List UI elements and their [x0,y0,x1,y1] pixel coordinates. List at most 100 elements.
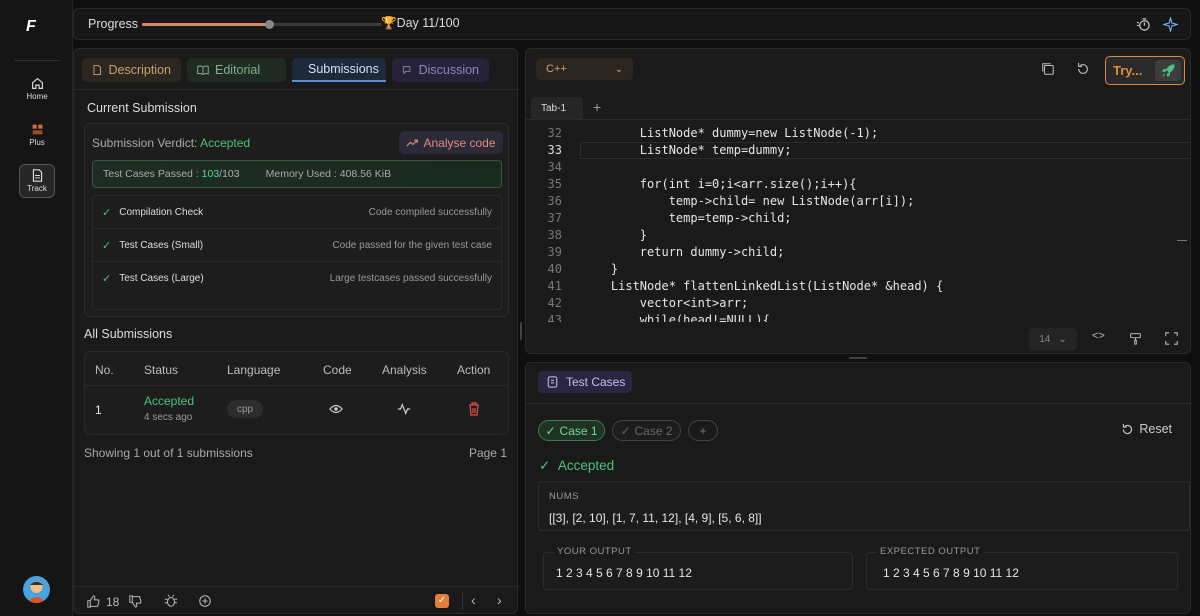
tab-test-cases[interactable]: Test Cases [538,371,632,393]
trash-icon[interactable] [468,402,480,416]
try-button[interactable]: Try... [1105,56,1185,85]
test-cases-title: Test Cases [566,375,626,389]
code-line: 32 ListNode* dummy=new ListNode(-1); [526,125,1190,142]
case-1-button[interactable]: ✓ Case 1 [538,420,605,441]
reset-label: Reset [1139,422,1172,436]
add-tab-icon[interactable]: + [593,99,601,115]
thumbs-up-icon[interactable] [87,595,100,608]
check-desc: Code passed for the given test case [332,239,492,251]
sparkle-icon[interactable] [1163,17,1178,32]
test-summary-bar: Test Cases Passed : 103/103 Memory Used … [92,160,502,188]
row-number: 1 [95,403,102,417]
code-line: 42 vector<int>arr; [526,295,1190,312]
code-brackets-icon[interactable]: <> [1092,330,1105,342]
problem-panel: Description Editorial Submissions Discus… [73,48,519,615]
rail-item-label: Home [26,92,48,101]
font-size-select[interactable]: 14 ⌄ [1029,328,1077,350]
timer-icon[interactable] [1136,17,1151,32]
verdict-value: Accepted [200,136,251,150]
bug-icon[interactable] [164,594,178,608]
expected-output-box: EXPECTED OUTPUT 1 2 3 4 5 6 7 8 9 10 11 … [866,546,1178,590]
test-cases-panel: Test Cases ✓ Case 1 ✓ Case 2 + Reset ✓ Acc… [525,362,1192,614]
resize-handle[interactable] [849,357,867,359]
line-number: 35 [547,177,562,191]
day-counter: 🏆Day 11/100 [381,16,460,31]
tab-label: Submissions [308,62,379,76]
code-line: 41 ListNode* flattenLinkedList(ListNode*… [526,278,1190,295]
avatar[interactable] [23,576,50,603]
reset-button[interactable]: Reset [1121,422,1172,436]
code-line: 43 while(head!=NULL){ [526,312,1190,322]
tab-editorial[interactable]: Editorial [187,58,286,82]
line-number: 36 [547,194,562,208]
nums-input-box[interactable]: NUMS [[3], [2, 10], [1, 7, 11, 12], [4, … [538,481,1190,531]
check-desc: Large testcases passed successfully [329,273,492,284]
line-number: 34 [547,160,562,174]
row-language-badge: cpp [227,400,263,418]
col-header-analysis: Analysis [382,363,427,377]
font-size-value: 14 [1039,333,1051,345]
tab-discussion[interactable]: Discussion [392,58,489,82]
all-submissions-heading: All Submissions [84,327,173,341]
line-number: 42 [547,296,562,310]
expected-output-label: EXPECTED OUTPUT [877,546,984,557]
editor-tab[interactable]: Tab-1 [531,97,583,119]
chevron-down-icon: ⌄ [1058,333,1067,345]
share-icon[interactable] [198,594,212,608]
code-area[interactable]: 32 ListNode* dummy=new ListNode(-1); 33 L… [526,125,1190,322]
thumbs-down-icon[interactable] [129,595,142,608]
case-label: Case 2 [634,423,673,438]
check-row: ✓ Test Cases (Small) Code passed for the… [93,229,501,262]
tab-description[interactable]: Description [82,58,181,82]
likes-count: 18 [106,595,120,609]
add-case-button[interactable]: + [688,420,718,441]
rail-item-label: Track [27,184,47,193]
tab-submissions[interactable]: Submissions [292,58,386,82]
code-line: 40 } [526,261,1190,278]
chevron-left-icon[interactable]: ‹ [471,592,476,608]
table-divider [85,385,508,386]
problem-footer: 18 ✓ ‹ › [74,586,519,615]
showing-count: Showing 1 out of 1 submissions [84,446,253,460]
document-icon [32,169,42,182]
col-header-status: Status [144,363,179,377]
progress-knob[interactable] [265,20,274,29]
check-icon: ✓ [102,206,112,219]
analyse-code-button[interactable]: Analyse code [399,131,503,154]
code-text: while(head!=NULL){ [582,313,770,322]
scroll-marker[interactable] [1177,240,1187,241]
expected-output-value: 1 2 3 4 5 6 7 8 9 10 11 12 [883,566,1019,580]
submissions-table: No. Status Language Code Analysis Action… [84,351,509,435]
check-icon: ✓ [539,458,551,473]
rail-item-home[interactable]: Home [19,72,55,106]
reset-icon[interactable] [1076,62,1090,76]
tests-passed-count: 103 [201,168,220,180]
code-line: 36 temp->child= new ListNode(arr[i]); [526,193,1190,210]
problem-tabs: Description Editorial Submissions Discus… [82,58,489,82]
try-label: Try... [1113,63,1143,78]
chevron-right-icon[interactable]: › [497,592,502,608]
activity-icon[interactable] [397,402,411,416]
row-time: 4 secs ago [144,412,193,423]
case-label: Case 1 [559,423,598,438]
rail-item-label: Plus [29,138,45,147]
rail-item-track[interactable]: Track [19,164,55,198]
app-logo[interactable]: F [26,18,36,36]
case-2-button[interactable]: ✓ Case 2 [612,420,681,441]
test-tube-icon [547,376,558,388]
check-icon: ✓ [102,239,112,252]
your-output-label: YOUR OUTPUT [554,546,635,557]
row-status[interactable]: Accepted [144,394,194,408]
rocket-icon[interactable] [1155,60,1181,81]
vertical-resize-handle[interactable] [520,322,522,340]
rail-item-plus[interactable]: Plus [19,118,55,152]
code-text: } [582,262,619,276]
copy-icon[interactable] [1041,62,1055,76]
code-line: 33 ListNode* temp=dummy; [526,142,1190,159]
fullscreen-icon[interactable] [1165,332,1178,345]
format-brush-icon[interactable] [1129,332,1142,345]
checkbox-icon[interactable]: ✓ [435,594,449,608]
eye-icon[interactable] [329,403,343,415]
tab-label: Editorial [215,63,261,77]
language-select[interactable]: C++ ⌄ [536,58,633,80]
